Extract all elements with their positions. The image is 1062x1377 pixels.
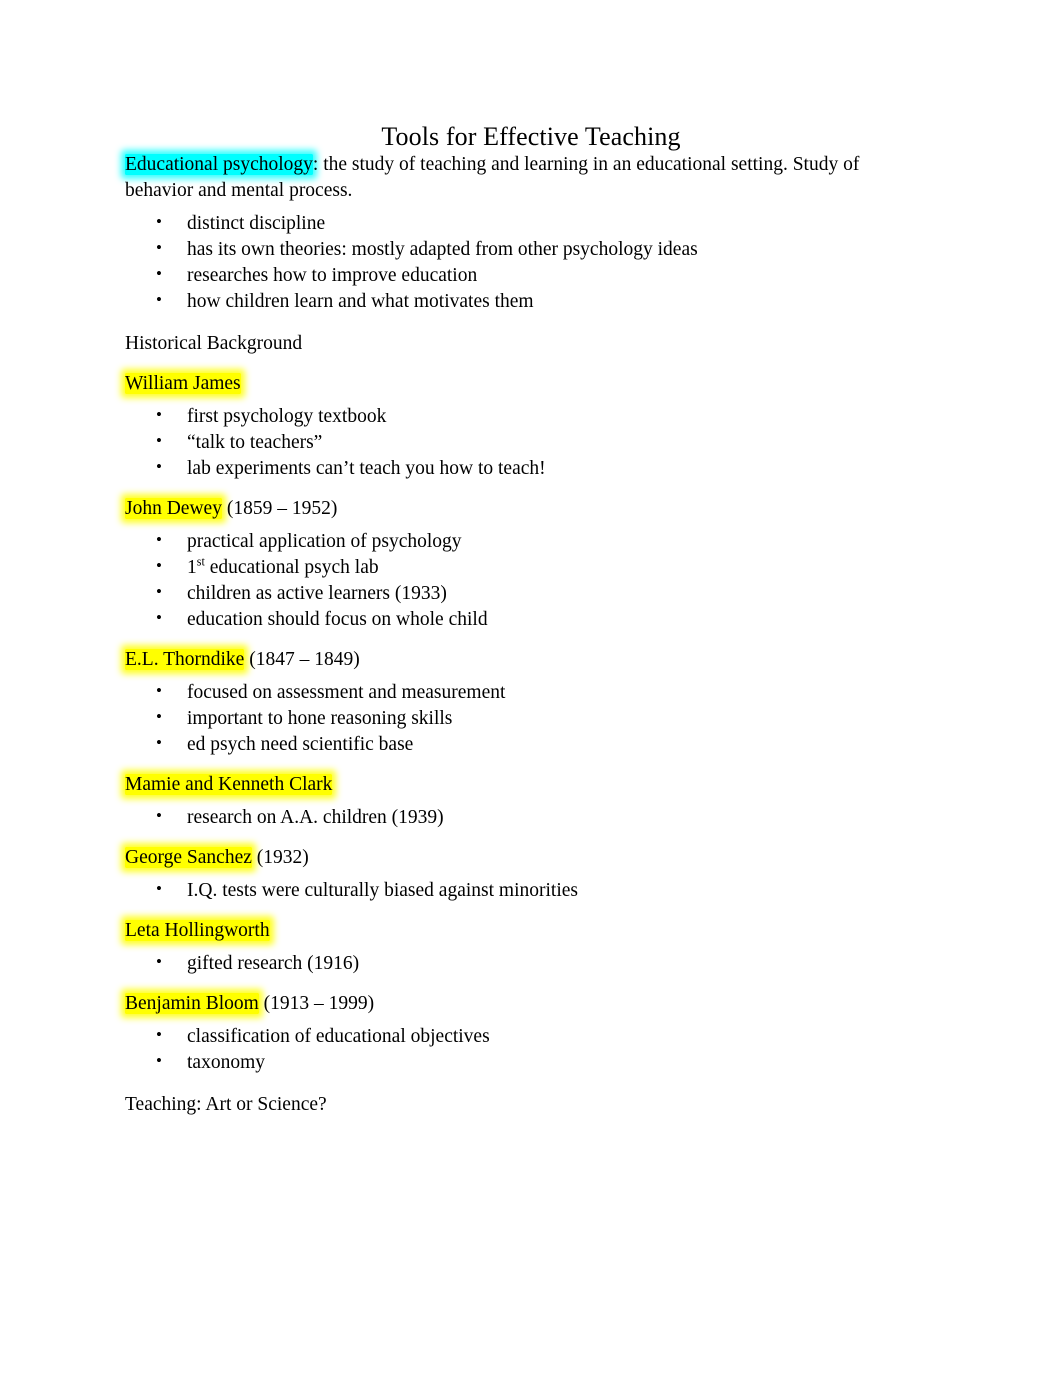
list-item: 1st educational psych lab <box>125 553 914 581</box>
section-bullet-list: I.Q. tests were culturally biased agains… <box>125 876 914 904</box>
section-heading: E.L. Thorndike (1847 – 1849) <box>125 647 914 673</box>
list-item: practical application of psychology <box>125 527 914 555</box>
section-el-thorndike: E.L. Thorndike (1847 – 1849) focused on … <box>125 647 914 758</box>
historical-background-heading: Historical Background <box>125 332 303 354</box>
section-heading: Mamie and Kenneth Clark <box>125 772 914 798</box>
closing-heading: Teaching: Art or Science? <box>125 1093 327 1115</box>
section-heading: Leta Hollingworth <box>125 918 914 944</box>
section-benjamin-bloom: Benjamin Bloom (1913 – 1999) classificat… <box>125 991 914 1076</box>
section-dates: (1859 – 1952) <box>221 497 338 519</box>
highlight-name: George Sanchez <box>125 846 252 868</box>
ordinal-tail: educational psych lab <box>204 556 379 578</box>
section-bullet-list: practical application of psychology 1st … <box>125 527 914 633</box>
ordinal-suffix: st <box>196 554 205 569</box>
highlight-educational-psychology: Educational psychology <box>125 153 313 175</box>
section-mamie-kenneth-clark: Mamie and Kenneth Clark research on A.A.… <box>125 772 914 831</box>
list-item: I.Q. tests were culturally biased agains… <box>125 876 914 904</box>
list-item: gifted research (1916) <box>125 949 914 977</box>
section-bullet-list: focused on assessment and measurement im… <box>125 678 914 758</box>
list-item: focused on assessment and measurement <box>125 678 914 706</box>
list-item: how children learn and what motivates th… <box>125 287 914 315</box>
highlight-name: Mamie and Kenneth Clark <box>125 773 333 795</box>
section-heading: William James <box>125 371 914 397</box>
list-item: education should focus on whole child <box>125 605 914 633</box>
list-item: ed psych need scientific base <box>125 730 914 758</box>
section-heading: John Dewey (1859 – 1952) <box>125 496 914 522</box>
list-item: distinct discipline <box>125 209 914 237</box>
list-item: taxonomy <box>125 1048 914 1076</box>
ordinal-base: 1 <box>187 556 197 578</box>
list-item: first psychology textbook <box>125 402 914 430</box>
section-bullet-list: first psychology textbook “talk to teach… <box>125 402 914 482</box>
highlight-name: Leta Hollingworth <box>125 919 270 941</box>
highlight-name: John Dewey <box>125 497 222 519</box>
section-heading: George Sanchez (1932) <box>125 845 914 871</box>
list-item: children as active learners (1933) <box>125 579 914 607</box>
document-page: Tools for Effective Teaching Educational… <box>0 0 1062 1377</box>
list-item: lab experiments can’t teach you how to t… <box>125 454 914 482</box>
section-dates: (1932) <box>251 846 309 868</box>
list-item: has its own theories: mostly adapted fro… <box>125 235 914 263</box>
list-item: researches how to improve education <box>125 261 914 289</box>
page-title: Tools for Effective Teaching <box>381 122 681 151</box>
section-dates: (1913 – 1999) <box>258 992 375 1014</box>
list-item: classification of educational objectives <box>125 1022 914 1050</box>
section-leta-hollingworth: Leta Hollingworth gifted research (1916) <box>125 918 914 977</box>
highlight-name: Benjamin Bloom <box>125 992 259 1014</box>
section-george-sanchez: George Sanchez (1932) I.Q. tests were cu… <box>125 845 914 904</box>
section-bullet-list: research on A.A. children (1939) <box>125 803 914 831</box>
section-william-james: William James first psychology textbook … <box>125 371 914 482</box>
list-item: “talk to teachers” <box>125 428 914 456</box>
section-bullet-list: gifted research (1916) <box>125 949 914 977</box>
document-body: Educational psychology: the study of tea… <box>0 152 1062 1118</box>
list-item: important to hone reasoning skills <box>125 704 914 732</box>
list-item: research on A.A. children (1939) <box>125 803 914 831</box>
section-heading: Benjamin Bloom (1913 – 1999) <box>125 991 914 1017</box>
highlight-name: E.L. Thorndike <box>125 648 245 670</box>
section-bullet-list: classification of educational objectives… <box>125 1022 914 1076</box>
intro-bullet-list: distinct discipline has its own theories… <box>125 209 914 315</box>
section-john-dewey: John Dewey (1859 – 1952) practical appli… <box>125 496 914 633</box>
section-dates: (1847 – 1849) <box>244 648 360 670</box>
intro-paragraph: Educational psychology: the study of tea… <box>125 152 914 204</box>
highlight-name: William James <box>125 372 241 394</box>
